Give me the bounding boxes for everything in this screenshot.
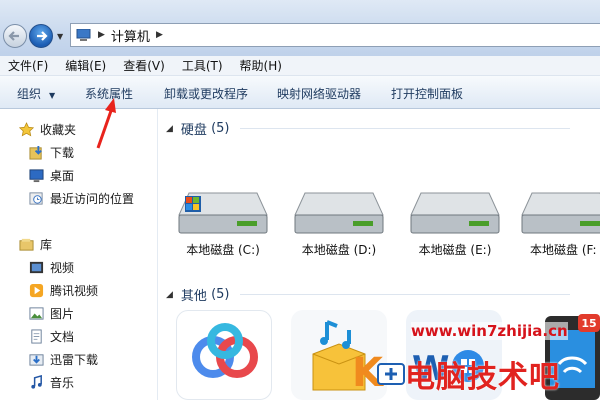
organize-label: 组织 <box>17 87 42 101</box>
command-bar: 组织 ▼ 系统属性 卸载或更改程序 映射网络驱动器 打开控制面板 <box>0 76 600 109</box>
drive-c[interactable]: 本地磁盘 (C:) <box>173 189 273 258</box>
forward-button[interactable] <box>29 24 53 48</box>
sidebar-item-label: 库 <box>40 237 53 252</box>
sidebar-item-tencent-video[interactable]: 腾讯视频 <box>28 280 98 300</box>
chevron-down-icon: ▼ <box>49 91 56 100</box>
sidebar-item-videos[interactable]: 视频 <box>28 257 74 277</box>
breadcrumb-computer[interactable]: 计算机 <box>111 26 150 45</box>
group-divider <box>239 294 570 295</box>
sidebar-item-label: 腾讯视频 <box>50 283 99 298</box>
drive-label: 本地磁盘 (C:) <box>186 243 260 257</box>
pictures-icon <box>28 305 44 321</box>
menu-file[interactable]: 文件(F) <box>8 57 48 74</box>
drive-label: 本地磁盘 (D:) <box>301 243 377 257</box>
navigation-pane: 收藏夹 下载 桌面 最近访问的位置 库 视频 腾讯视频 图片 文档 迅雷下载 音… <box>0 109 158 400</box>
arrow-left-icon <box>8 31 19 41</box>
sidebar-item-label: 下载 <box>50 145 75 160</box>
downloads-folder-icon <box>28 144 44 160</box>
group-title: 其他 <box>180 289 207 304</box>
drive-f[interactable]: 本地磁盘 (F: <box>520 189 600 258</box>
group-header-other[interactable]: ◢ 其他 (5) <box>166 285 570 304</box>
recent-pages-dropdown[interactable]: ▼ <box>57 32 63 41</box>
sidebar-item-label: 桌面 <box>50 168 75 183</box>
recent-places-icon <box>28 190 44 206</box>
collapse-chevron-icon[interactable]: ◢ <box>166 290 173 300</box>
sidebar-item-recent-places[interactable]: 最近访问的位置 <box>28 188 134 208</box>
collapse-chevron-icon[interactable]: ◢ <box>166 124 173 134</box>
sidebar-item-label: 音乐 <box>50 375 75 390</box>
group-header-hard-disks[interactable]: ◢ 硬盘 (5) <box>166 119 570 138</box>
sidebar-item-documents[interactable]: 文档 <box>28 326 74 346</box>
baidu-netdisk-tile[interactable] <box>176 310 272 400</box>
group-count: (5) <box>211 121 230 136</box>
address-bar[interactable]: ▶ 计算机 ▶ <box>70 23 600 47</box>
breadcrumb-separator-icon[interactable]: ▶ <box>156 30 163 40</box>
sidebar-item-label: 视频 <box>50 260 75 275</box>
cloud-rings-icon <box>192 323 258 378</box>
menu-help[interactable]: 帮助(H) <box>240 57 282 74</box>
group-divider <box>239 128 570 129</box>
menu-bar: 文件(F) 编辑(E) 查看(V) 工具(T) 帮助(H) <box>0 56 600 76</box>
documents-icon <box>28 328 44 344</box>
video-icon <box>28 259 44 275</box>
watermark-url: www.win7zhijia.cn <box>411 322 568 340</box>
desktop-icon <box>28 167 44 183</box>
sidebar-item-pictures[interactable]: 图片 <box>28 303 74 323</box>
sidebar-item-label: 迅雷下载 <box>50 352 99 367</box>
annotation-arrow-icon <box>96 98 116 149</box>
breadcrumb-separator-icon[interactable]: ▶ <box>98 30 105 40</box>
map-network-drive-button[interactable]: 映射网络驱动器 <box>277 85 361 102</box>
uninstall-program-button[interactable]: 卸载或更改程序 <box>164 85 248 102</box>
sidebar-item-label: 收藏夹 <box>40 122 77 137</box>
drive-e[interactable]: 本地磁盘 (E:) <box>405 189 505 258</box>
sidebar-item-xunlei-downloads[interactable]: 迅雷下载 <box>28 349 98 369</box>
drive-label: 本地磁盘 (F: <box>530 243 597 257</box>
sidebar-item-favorites[interactable]: 收藏夹 <box>18 119 76 139</box>
sidebar-item-music[interactable]: 音乐 <box>28 372 74 392</box>
xunlei-icon <box>28 351 44 367</box>
watermark-logo-icon: K <box>352 350 405 392</box>
hard-drive-icon <box>294 192 384 234</box>
sidebar-item-label: 最近访问的位置 <box>50 191 135 206</box>
music-icon <box>28 374 44 390</box>
drive-d[interactable]: 本地磁盘 (D:) <box>289 189 389 258</box>
computer-icon <box>76 29 91 41</box>
sidebar-item-libraries[interactable]: 库 <box>18 234 52 254</box>
group-title: 硬盘 <box>180 123 207 138</box>
organize-button[interactable]: 组织 ▼ <box>17 85 55 102</box>
sidebar-item-downloads[interactable]: 下载 <box>28 142 74 162</box>
sidebar-item-label: 文档 <box>50 329 75 344</box>
sidebar-item-desktop[interactable]: 桌面 <box>28 165 74 185</box>
library-icon <box>18 236 34 252</box>
watermark-text: 电脑技术吧 <box>405 360 560 395</box>
address-toolbar: ▼ ▶ 计算机 ▶ <box>0 0 600 56</box>
group-count: (5) <box>211 287 230 302</box>
tencent-video-icon <box>28 282 44 298</box>
back-button[interactable] <box>3 24 27 48</box>
arrow-right-icon <box>37 31 48 41</box>
hard-drive-icon <box>521 192 600 234</box>
sidebar-item-label: 图片 <box>50 306 75 321</box>
drive-label: 本地磁盘 (E:) <box>418 243 492 257</box>
star-icon <box>18 121 34 137</box>
hard-drive-icon <box>410 192 500 234</box>
open-control-panel-button[interactable]: 打开控制面板 <box>391 85 463 102</box>
menu-view[interactable]: 查看(V) <box>123 57 165 74</box>
menu-tools[interactable]: 工具(T) <box>182 57 223 74</box>
system-drive-icon <box>178 192 268 234</box>
menu-edit[interactable]: 编辑(E) <box>65 57 106 74</box>
notification-badge: 15 <box>578 314 600 332</box>
